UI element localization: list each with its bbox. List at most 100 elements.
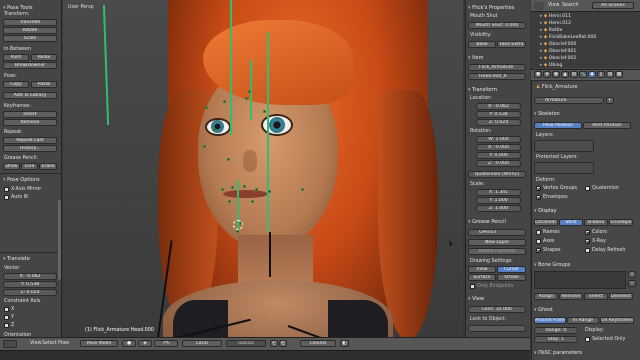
ghost-step-field[interactable]: Step: 1 [534,336,578,343]
bone-joint[interactable] [251,200,254,203]
view-menu[interactable]: View [30,341,41,346]
vector-y-field[interactable]: Y: 0.538 [3,281,57,288]
bone-joint[interactable] [255,188,258,191]
armature-datablock[interactable]: Armature [534,97,604,104]
layers-grid[interactable]: ▫▫▫▫▫ [226,340,266,347]
xaxis-mirror-checkbox[interactable] [4,187,9,192]
translate-button[interactable]: Translate [3,19,57,26]
rotation-mode-dropdown[interactable]: Quaternion (WXYZ) [468,171,526,178]
select-button[interactable]: Select [584,293,608,300]
constraint-y-checkbox[interactable] [4,315,9,320]
mode-dropdown[interactable]: Pose Mode [80,340,118,347]
outliner-row[interactable]: ▸ ◆ Hemi.012 [540,20,636,27]
bone-groups-header[interactable]: Bone Groups [534,262,570,268]
bone-joint[interactable] [245,97,248,100]
add-to-library-button[interactable]: Add To Library [3,92,57,99]
bone-joint[interactable] [223,100,226,103]
breakdowner-button[interactable]: Breakdowner [3,62,57,69]
rotation-x-field[interactable]: X: -0.000 [476,144,521,151]
bone-joint[interactable] [243,185,246,188]
axes-checkbox[interactable] [536,239,541,244]
ghost-range-field[interactable]: Range: 0 [534,327,578,334]
bone-joint[interactable] [236,230,239,233]
selected-only-checkbox[interactable] [585,337,590,342]
rotate-button[interactable]: Rotate [3,27,57,34]
only-endpoints-checkbox[interactable] [470,284,475,289]
new-layer-button[interactable]: New Layer [468,239,526,246]
world-tab-icon[interactable]: ◉ [552,71,560,78]
skeleton-header[interactable]: Skeleton [534,111,560,117]
grease-pencil-header[interactable]: Grease Pencil [468,219,506,225]
delay-refresh-checkbox[interactable] [585,248,590,253]
outliner-row[interactable]: ▸ ◆ Obing [540,62,636,68]
3d-cursor[interactable] [233,220,243,230]
bone-groups-list[interactable] [534,271,626,289]
outliner-type-icon[interactable] [534,2,544,10]
pivot-dropdown[interactable]: ◈ [138,340,152,347]
rest-position-button[interactable]: Rest Position [583,122,631,129]
flick-properties-header[interactable]: Flick's Properties [468,5,514,11]
auto-ik-checkbox[interactable] [4,195,9,200]
scale-z-field[interactable]: Z: 1.000 [476,205,521,212]
envelopes-checkbox[interactable] [536,195,541,200]
outliner-row[interactable]: ▸ ◆ Obeclef.000 [540,41,636,48]
shapes-checkbox[interactable] [536,248,541,253]
xray-checkbox[interactable] [585,239,590,244]
bone-joint[interactable] [203,145,206,148]
bone-joint[interactable] [227,158,230,161]
history-button[interactable]: History... [3,145,57,152]
bone-joint[interactable] [231,186,234,189]
manipulator-toggle[interactable]: ↗↻ [154,340,178,347]
bone-tab-icon[interactable]: ┃ [597,71,605,78]
bone-joint[interactable] [301,188,304,191]
ghost-header[interactable]: Ghost [534,307,553,313]
scenes-dropdown[interactable]: All Scenes [592,2,634,9]
display-bbone-button[interactable]: B-Bone [584,219,608,226]
location-z-field[interactable]: Z: 0.024 [476,119,521,126]
paste-button[interactable]: Paste [31,81,57,88]
render-icon[interactable]: ◧ [340,340,349,347]
editor-type-icon[interactable] [3,340,17,348]
rotation-y-field[interactable]: Y: 0.000 [476,152,521,159]
pose-paste-icon[interactable]: ⎗ [279,340,287,347]
snap-dropdown[interactable]: Closest [300,340,336,347]
remove-button[interactable]: Remove [559,293,583,300]
repeat-last-button[interactable]: Repeat Last [3,137,57,144]
bone-group-remove-icon[interactable]: − [628,280,636,287]
bone-joint[interactable] [268,190,271,193]
draw-button[interactable]: Draw [3,163,20,170]
visibility-base-button[interactable]: Base [468,41,496,48]
visibility-face-extra-button[interactable]: Face Extra [497,41,526,48]
colors-checkbox[interactable] [585,230,590,235]
remove-keyframe-button[interactable]: Remove [3,119,57,126]
protected-layers-grid[interactable] [534,162,594,174]
view-header[interactable]: View [468,296,484,302]
translate-operator-header[interactable]: Translate [3,256,30,262]
names-checkbox[interactable] [536,230,541,235]
itasc-header[interactable]: iTaSC parameters [534,350,582,356]
erase-button[interactable]: Erase [39,163,57,170]
outliner-row[interactable]: ▸ ◆ Obeclef.001 [540,48,636,55]
rotation-w-field[interactable]: W: 1.000 [476,136,521,143]
vector-z-field[interactable]: Z: 0.024 [3,289,57,296]
select-menu[interactable]: Select [42,341,57,346]
quaternion-checkbox[interactable] [585,186,590,191]
pose-menu[interactable]: Pose [58,341,69,346]
ghost-on-keyframes-button[interactable]: On Keyframes [600,317,634,324]
outliner-row[interactable]: ▸ ◆ Obeclef.002 [540,55,636,62]
rotation-z-field[interactable]: Z: -0.000 [476,160,521,167]
object-tab-icon[interactable]: ▲ [561,71,569,78]
render-tab-icon[interactable]: ▣ [534,71,542,78]
texture-tab-icon[interactable]: ▦ [615,71,623,78]
scale-x-field[interactable]: X: 1.341 [476,189,521,196]
bone-joint[interactable] [263,110,266,113]
outliner-row[interactable]: ▸ ◆ FlickBakeLeaflet.000 [540,34,636,41]
outliner-row[interactable]: ▸ ◆ Hemi.011 [540,13,636,20]
bone-constraints-tab-icon[interactable]: ⛓ [606,71,614,78]
scene-tab-icon[interactable]: ◈ [543,71,551,78]
delete-frame-button[interactable]: Delete Frame(s) [468,248,526,255]
bone-joint[interactable] [221,188,224,191]
copy-button[interactable]: Copy [3,81,29,88]
lock-object-field[interactable] [468,325,526,332]
shelf-scroll-handle[interactable] [58,200,61,280]
